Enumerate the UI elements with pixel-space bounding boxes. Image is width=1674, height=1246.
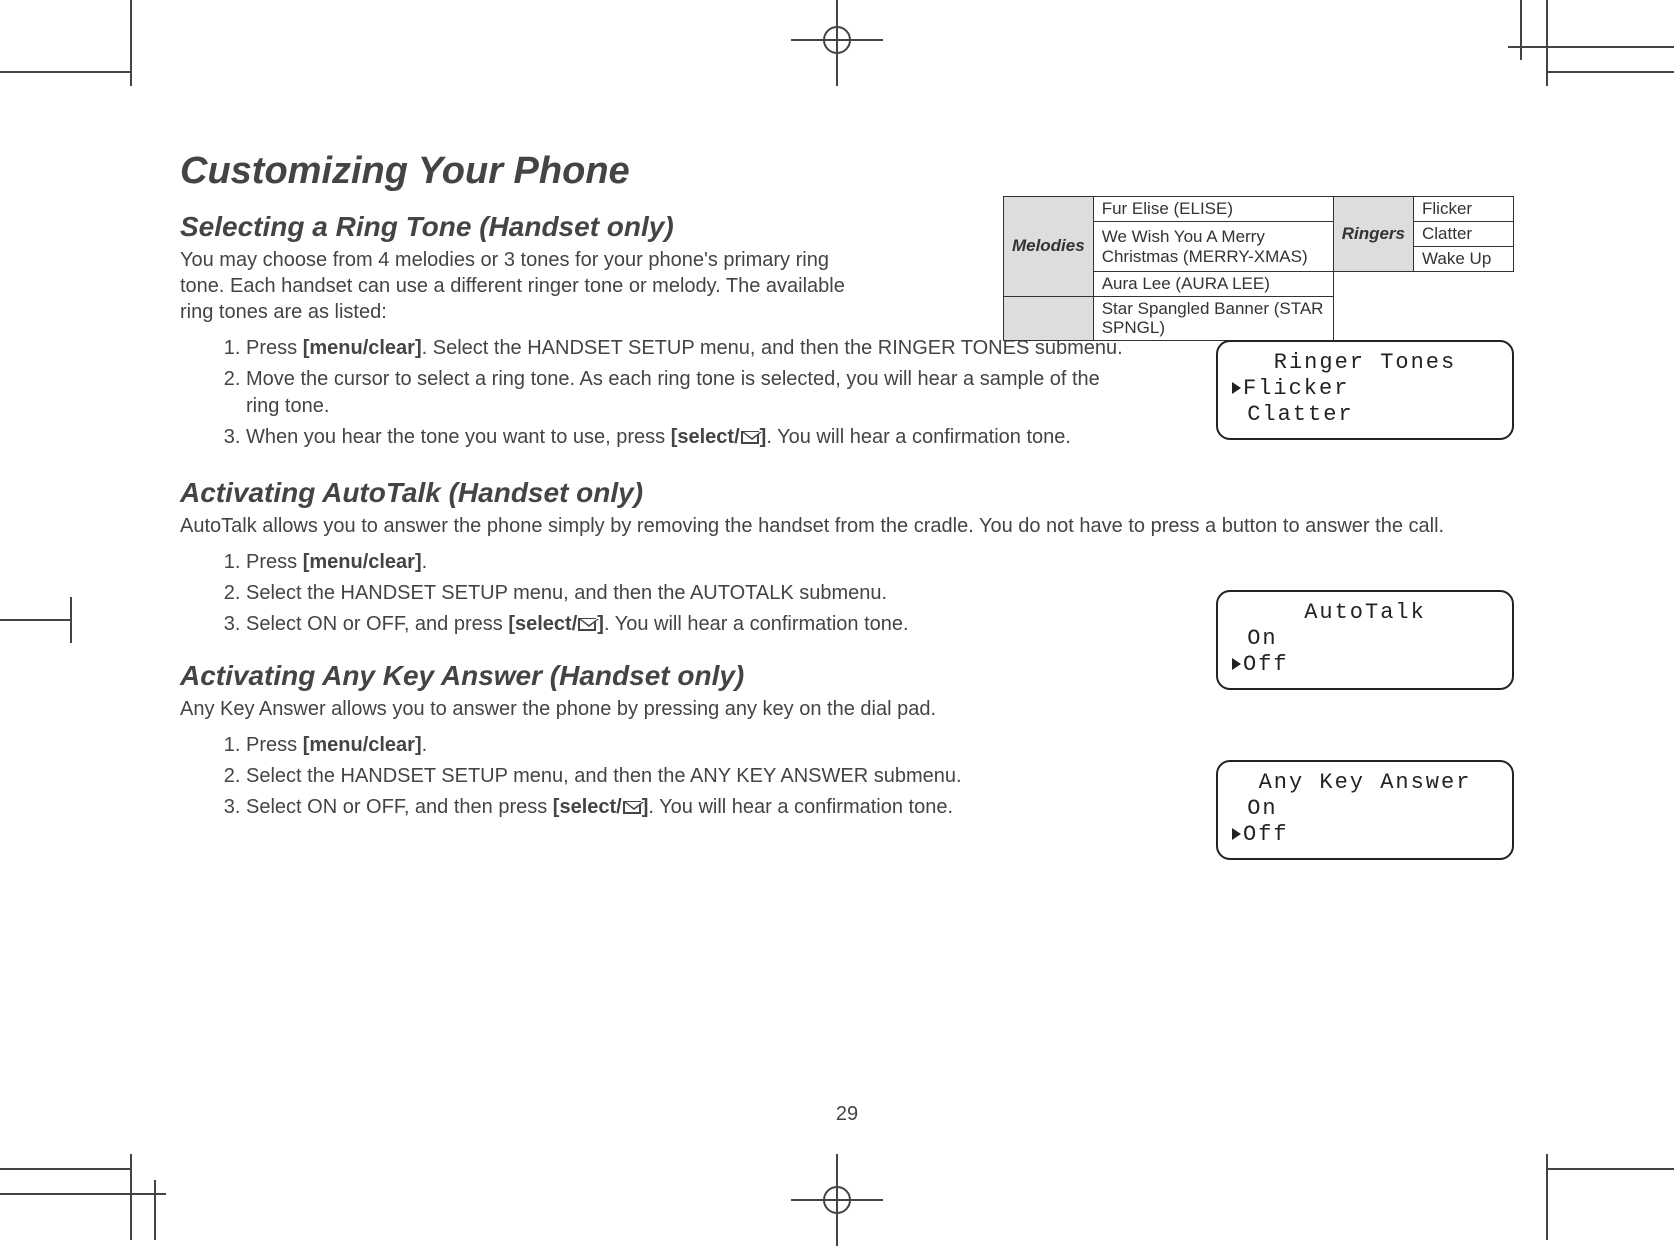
step-item: Press [menu/clear]. Select the HANDSET S… xyxy=(246,335,1130,362)
step-item: Select the HANDSET SETUP menu, and then … xyxy=(246,580,1080,607)
crop-mark xyxy=(0,1193,166,1195)
step-item: Press [menu/clear]. xyxy=(246,549,1080,576)
menu-clear-key: [menu/clear] xyxy=(303,551,422,573)
crop-mark xyxy=(0,71,130,73)
select-key: [select/] xyxy=(671,426,767,448)
melody-cell: Fur Elise (ELISE) xyxy=(1093,197,1333,222)
section-heading-autotalk: Activating AutoTalk (Handset only) xyxy=(180,477,1514,509)
caret-icon xyxy=(1232,658,1241,670)
ringtone-table: Melodies Fur Elise (ELISE) Ringers Flick… xyxy=(1003,196,1514,341)
registration-mark-icon xyxy=(815,1178,859,1222)
lcd-title: Any Key Answer xyxy=(1232,770,1498,796)
ringers-header: Ringers xyxy=(1333,197,1413,272)
melody-cell: Star Spangled Banner (STAR SPNGL) xyxy=(1093,296,1333,340)
ringtone-steps: Press [menu/clear]. Select the HANDSET S… xyxy=(180,335,1130,451)
page-title: Customizing Your Phone xyxy=(180,150,1514,193)
crop-mark xyxy=(1546,71,1674,73)
lcd-anykey: Any Key Answer On Off xyxy=(1216,760,1514,860)
lcd-line: Clatter xyxy=(1232,402,1498,428)
ringer-cell: Flicker xyxy=(1414,197,1514,222)
ringer-cell: Wake Up xyxy=(1414,247,1514,272)
caret-icon xyxy=(1232,382,1241,394)
crop-mark xyxy=(1546,1154,1548,1240)
melody-cell: We Wish You A Merry Christmas (MERRY-XMA… xyxy=(1093,222,1333,272)
crop-mark xyxy=(1520,0,1522,60)
lcd-title: AutoTalk xyxy=(1232,600,1498,626)
anykey-steps: Press [menu/clear]. Select the HANDSET S… xyxy=(180,732,1140,821)
crop-mark xyxy=(130,0,132,86)
ringer-cell: Clatter xyxy=(1414,222,1514,247)
lcd-ringer-tones: Ringer Tones Flicker Clatter xyxy=(1216,340,1514,440)
crop-mark xyxy=(1546,1168,1674,1170)
crop-mark xyxy=(154,1180,156,1240)
lcd-line: On xyxy=(1232,626,1498,652)
melodies-header: Melodies xyxy=(1003,197,1093,297)
section-intro-autotalk: AutoTalk allows you to answer the phone … xyxy=(180,513,1514,539)
melody-cell: Aura Lee (AURA LEE) xyxy=(1093,272,1333,297)
menu-clear-key: [menu/clear] xyxy=(303,734,422,756)
select-key: [select/] xyxy=(508,613,604,635)
registration-mark-icon xyxy=(815,18,859,62)
lcd-line-selected: Off xyxy=(1232,822,1498,848)
page-number: 29 xyxy=(180,1103,1514,1126)
crop-mark xyxy=(1508,46,1674,48)
crop-mark xyxy=(1546,0,1548,86)
section-intro-anykey: Any Key Answer allows you to answer the … xyxy=(180,696,1514,722)
lcd-line: On xyxy=(1232,796,1498,822)
step-item: When you hear the tone you want to use, … xyxy=(246,424,1130,451)
mail-icon xyxy=(578,618,596,631)
lcd-autotalk: AutoTalk On Off xyxy=(1216,590,1514,690)
caret-icon xyxy=(1232,828,1241,840)
mail-icon xyxy=(741,431,759,444)
step-item: Move the cursor to select a ring tone. A… xyxy=(246,366,1130,420)
step-item: Select the HANDSET SETUP menu, and then … xyxy=(246,763,1140,790)
mail-icon xyxy=(623,801,641,814)
section-intro-ringtone: You may choose from 4 melodies or 3 tone… xyxy=(180,247,860,325)
step-item: Select ON or OFF, and press [select/]. Y… xyxy=(246,611,1080,638)
crop-mark xyxy=(0,1168,130,1170)
crop-mark xyxy=(130,1154,132,1240)
crop-mark xyxy=(0,619,70,621)
step-item: Select ON or OFF, and then press [select… xyxy=(246,794,1140,821)
select-key: [select/] xyxy=(553,796,649,818)
lcd-title: Ringer Tones xyxy=(1232,350,1498,376)
menu-clear-key: [menu/clear] xyxy=(303,337,422,359)
lcd-line-selected: Off xyxy=(1232,652,1498,678)
autotalk-steps: Press [menu/clear]. Select the HANDSET S… xyxy=(180,549,1080,638)
lcd-line-selected: Flicker xyxy=(1232,376,1498,402)
step-item: Press [menu/clear]. xyxy=(246,732,1140,759)
